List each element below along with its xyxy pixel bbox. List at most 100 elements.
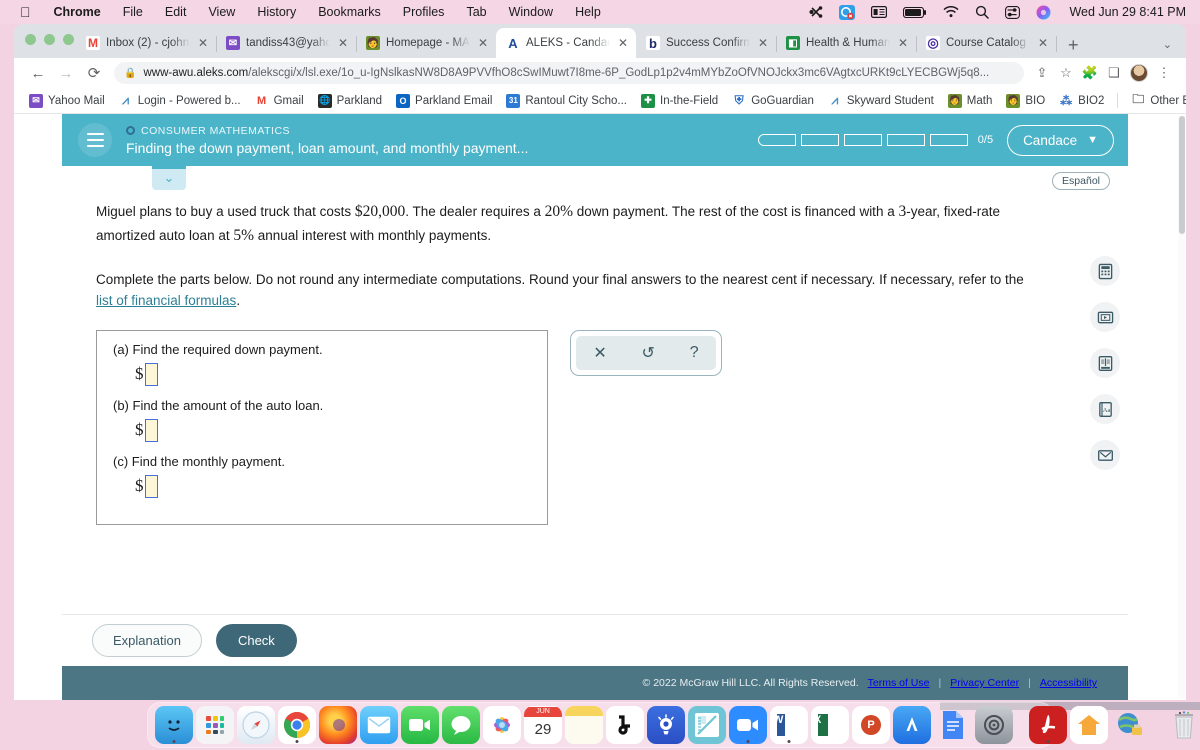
wifi-icon[interactable] [935,6,967,18]
part-c-answer-input[interactable] [144,474,158,498]
reload-icon[interactable]: ⟳ [80,64,108,82]
part-c-input-group[interactable]: $ [135,474,531,498]
edpuzzle-icon[interactable] [647,706,685,744]
espanol-button[interactable]: Español [1052,172,1110,190]
bookmark-item[interactable]: 31 Rantoul City Scho... [499,93,634,108]
mail-icon[interactable] [360,706,398,744]
control-center-icon[interactable] [997,5,1028,19]
forward-icon[interactable]: → [52,65,80,82]
other-bookmarks-folder[interactable]: 🗀 Other Bookmarks [1124,93,1186,108]
reference-book-icon[interactable] [1090,348,1120,378]
tab-close-icon[interactable]: ✕ [336,36,350,50]
tab-close-icon[interactable]: ✕ [1036,36,1050,50]
help-icon[interactable]: ? [690,344,699,362]
part-a-answer-input[interactable] [144,362,158,386]
bookmark-item[interactable]: ⁂ BIO2 [1052,93,1111,108]
bookmark-star-icon[interactable]: ☆ [1054,65,1078,81]
message-envelope-icon[interactable] [1090,440,1120,470]
menu-bookmarks[interactable]: Bookmarks [307,5,392,19]
excel-icon[interactable]: X [811,706,849,744]
tab-close-icon[interactable]: ✕ [616,36,630,50]
bookmark-item[interactable]: M Gmail [248,93,311,108]
browser-tab[interactable]: ◧ Health & Human Se ✕ [776,28,917,58]
menu-help[interactable]: Help [564,5,612,19]
menu-history[interactable]: History [246,5,307,19]
tiktok-icon[interactable] [606,706,644,744]
bookmark-item[interactable]: ✉ Yahoo Mail [22,93,112,108]
menu-view[interactable]: View [197,5,246,19]
tab-close-icon[interactable]: ✕ [476,36,490,50]
extensions-icon[interactable]: 🧩 [1078,65,1102,81]
system-preferences-icon[interactable] [975,706,1013,744]
user-menu-button[interactable]: Candace ▼ [1007,124,1114,156]
zoom-icon[interactable] [729,706,767,744]
browser-tab[interactable]: M Inbox (2) - cjohnson ✕ [76,28,217,58]
menu-window[interactable]: Window [498,5,564,19]
browser-tab[interactable]: ✉ tandiss43@yahoo.c ✕ [216,28,357,58]
finder-icon[interactable] [155,706,193,744]
back-icon[interactable]: ← [24,65,52,82]
bluetooth-share-icon[interactable] [801,5,831,19]
new-tab-button[interactable]: + [1056,36,1089,58]
screen-recording-icon[interactable] [831,4,863,20]
explanation-button[interactable]: Explanation [92,624,202,657]
bookmark-item[interactable]: 🌐 Parkland [311,93,389,108]
menubar-clock[interactable]: Wed Jun 29 8:41 PM [1059,5,1192,19]
bookmark-item[interactable]: ⩘ Skyward Student [821,93,941,108]
facetime-icon[interactable] [401,706,439,744]
powerpoint-icon[interactable]: P [852,706,890,744]
search-icon[interactable] [967,5,997,19]
browser-tab[interactable]: b Success Confirmati ✕ [636,28,777,58]
menu-chrome[interactable]: Chrome [43,5,112,19]
globe-print-icon[interactable] [1111,706,1149,744]
bookmark-item[interactable]: 🧑 BIO [999,93,1052,108]
bookmark-item[interactable]: ⩘ Login - Powered b... [112,93,248,108]
part-b-answer-input[interactable] [144,418,158,442]
bookmark-item[interactable]: ⛨ GoGuardian [725,93,821,108]
menu-file[interactable]: File [112,5,154,19]
address-bar[interactable]: 🔒 www-awu.aleks.com/alekscgi/x/lsl.exe/1… [114,62,1024,84]
video-player-icon[interactable] [1090,302,1120,332]
photos-icon[interactable] [483,706,521,744]
page-scrollbar-thumb[interactable] [1179,116,1185,234]
undo-icon[interactable]: ↺ [642,343,655,363]
menu-profiles[interactable]: Profiles [392,5,456,19]
firefox-icon[interactable] [319,706,357,744]
messages-icon[interactable] [442,706,480,744]
tab-close-icon[interactable]: ✕ [756,36,770,50]
check-button[interactable]: Check [215,624,297,657]
tab-close-icon[interactable]: ✕ [196,36,210,50]
chrome-menu-icon[interactable]: ⋮ [1152,65,1176,81]
part-b-input-group[interactable]: $ [135,418,531,442]
browser-tab-active[interactable]: A ALEKS - Candace J ✕ [496,28,636,58]
side-panel-icon[interactable]: ❑ [1102,65,1126,81]
privacy-center-link[interactable]: Privacy Center [941,677,1028,689]
menu-tab[interactable]: Tab [455,5,497,19]
dictionary-icon[interactable]: Aa [1090,394,1120,424]
calendar-icon[interactable]: JUN 29 [524,706,562,744]
trash-icon[interactable] [1165,706,1200,744]
chrome-icon[interactable] [278,706,316,744]
calculator-icon[interactable] [1090,256,1120,286]
collapse-header-button[interactable]: ⌄ [152,166,186,190]
app-store-icon[interactable] [893,706,931,744]
tab-search-chevron-down-icon[interactable]: ⌄ [1163,38,1186,58]
maximize-window-button[interactable] [63,34,74,45]
battery-icon[interactable] [895,6,935,18]
window-traffic-lights[interactable] [25,34,74,45]
accessibility-link[interactable]: Accessibility [1031,677,1106,689]
home-icon[interactable] [1070,706,1108,744]
sketch-icon[interactable] [688,706,726,744]
profile-avatar[interactable] [1130,64,1148,82]
launchpad-icon[interactable] [196,706,234,744]
browser-tab[interactable]: 🧑 Homepage - MAT-1 ✕ [356,28,496,58]
terms-of-use-link[interactable]: Terms of Use [859,677,939,689]
notes-icon[interactable] [565,706,603,744]
bookmark-item[interactable]: O Parkland Email [389,93,499,108]
siri-icon[interactable] [1028,5,1059,20]
tab-close-icon[interactable]: ✕ [896,36,910,50]
financial-formulas-link[interactable]: list of financial formulas [96,293,236,308]
display-icon[interactable] [863,6,895,18]
bookmark-item[interactable]: 🧑 Math [941,93,1000,108]
word-icon[interactable]: W [770,706,808,744]
